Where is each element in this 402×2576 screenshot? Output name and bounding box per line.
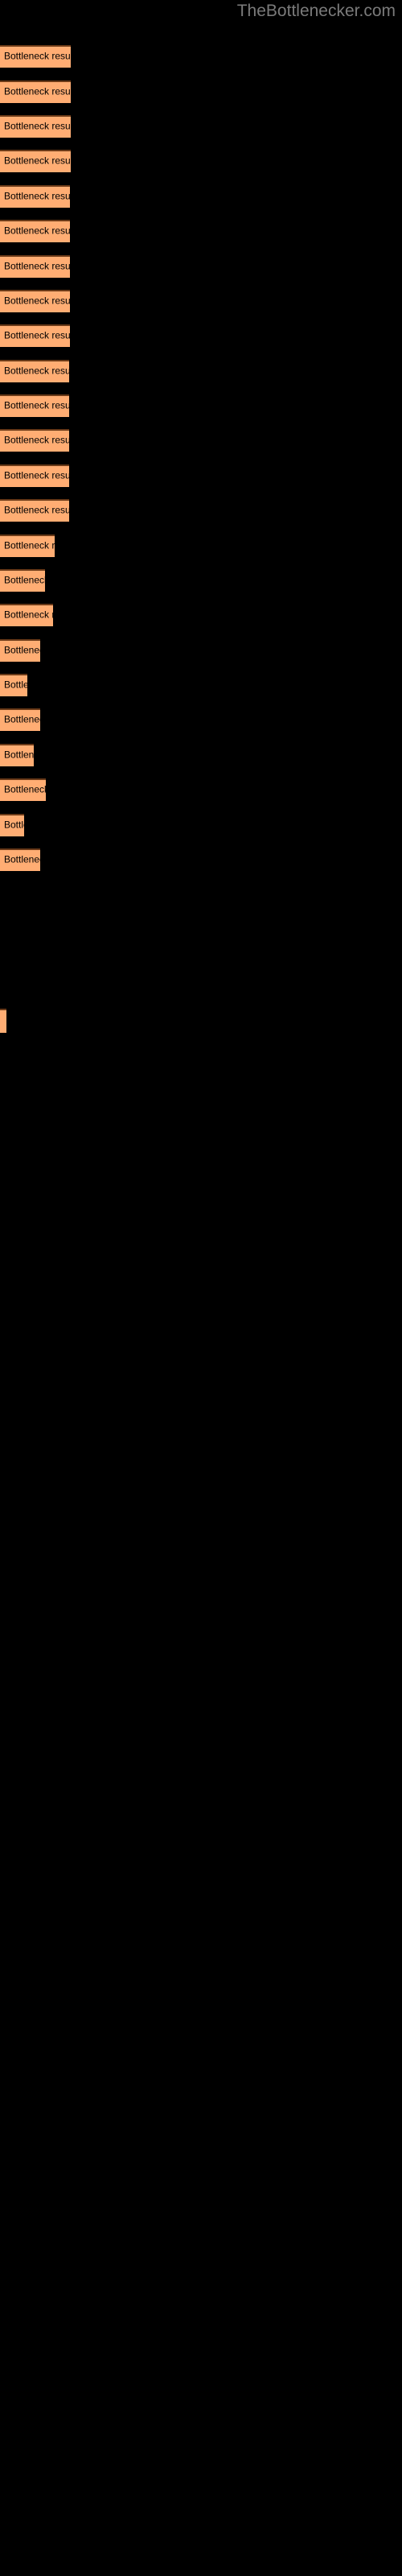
bar-clip: Bottleneck result	[0, 150, 71, 172]
bottleneck-result-bar[interactable]	[0, 80, 71, 103]
bar-row: Bottleneck result	[0, 848, 402, 871]
bar-row: Bottleneck result	[0, 394, 402, 417]
bottleneck-result-bar[interactable]	[0, 324, 70, 347]
bar-clip: Bottleneck result	[0, 255, 70, 278]
bar-row: Bottleneck result	[0, 115, 402, 138]
bottleneck-result-bar[interactable]	[0, 1009, 6, 1033]
bottleneck-result-bar[interactable]	[0, 185, 70, 208]
bottleneck-result-bar[interactable]	[0, 290, 70, 312]
bar-clip: Bottleneck result	[0, 360, 69, 382]
bar-row: Bottleneck result	[0, 45, 402, 68]
bar-clip: Bottleneck result	[0, 674, 27, 696]
bar-clip: Bottleneck result	[0, 708, 40, 731]
bottleneck-result-bar[interactable]	[0, 255, 70, 278]
bottleneck-result-bar[interactable]	[0, 604, 53, 626]
bottleneck-result-bar[interactable]	[0, 814, 24, 836]
bar-row: Bottleneck result	[0, 429, 402, 452]
bar-row: Bottleneck result	[0, 744, 402, 766]
bottleneck-result-bar[interactable]	[0, 778, 46, 801]
bottleneck-result-bar[interactable]	[0, 535, 55, 557]
bar-clip: Bottleneck result	[0, 220, 70, 242]
bar-clip: Bottleneck result	[0, 848, 40, 871]
bar-clip: Bottleneck result	[0, 115, 71, 138]
bar-clip	[0, 1009, 6, 1033]
bottleneck-result-bar[interactable]	[0, 639, 40, 662]
bar-row: Bottleneck result	[0, 535, 402, 557]
bar-clip: Bottleneck result	[0, 639, 40, 662]
bar-clip: Bottleneck result	[0, 535, 55, 557]
bar-row: Bottleneck result	[0, 569, 402, 592]
bar-row: Bottleneck result	[0, 150, 402, 172]
bottleneck-bar-chart: Bottleneck result Bottleneck result Bottle…	[0, 0, 402, 2576]
bar-row: Bottleneck result	[0, 185, 402, 208]
bar-row: Bottleneck result	[0, 255, 402, 278]
bar-row: Bottleneck result	[0, 360, 402, 382]
bar-clip: Bottleneck result	[0, 185, 70, 208]
bar-row: Bottleneck result	[0, 80, 402, 103]
bar-clip: Bottleneck result	[0, 778, 46, 801]
bar-clip: Bottleneck result	[0, 499, 69, 522]
bar-clip: Bottleneck result	[0, 324, 70, 347]
bar-row: Bottleneck result	[0, 324, 402, 347]
bar-clip: Bottleneck result	[0, 744, 34, 766]
bottleneck-result-bar[interactable]	[0, 220, 70, 242]
bar-clip: Bottleneck result	[0, 290, 70, 312]
bar-clip: Bottleneck result	[0, 814, 24, 836]
bottleneck-result-bar[interactable]	[0, 464, 69, 487]
bar-clip: Bottleneck result	[0, 464, 69, 487]
bar-clip: Bottleneck result	[0, 569, 45, 592]
bar-row: Bottleneck result	[0, 708, 402, 731]
bar-row: Bottleneck result	[0, 778, 402, 801]
bar-clip: Bottleneck result	[0, 45, 71, 68]
bottleneck-result-bar[interactable]	[0, 708, 40, 731]
bar-row: Bottleneck result	[0, 499, 402, 522]
bottleneck-result-bar[interactable]	[0, 360, 69, 382]
bar-row: Bottleneck result	[0, 674, 402, 696]
bottleneck-result-bar[interactable]	[0, 150, 71, 172]
bottleneck-result-bar[interactable]	[0, 569, 45, 592]
bar-clip: Bottleneck result	[0, 429, 69, 452]
bottleneck-result-bar[interactable]	[0, 394, 69, 417]
bar-row: Bottleneck result	[0, 220, 402, 242]
bar-row: Bottleneck result	[0, 814, 402, 836]
bar-row	[0, 1009, 402, 1033]
bottleneck-result-bar[interactable]	[0, 848, 40, 871]
bar-row: Bottleneck result	[0, 604, 402, 626]
bottleneck-result-bar[interactable]	[0, 674, 27, 696]
bar-row: Bottleneck result	[0, 290, 402, 312]
page-root: TheBottlenecker.com Bottleneck result Bot…	[0, 0, 402, 2576]
bar-clip: Bottleneck result	[0, 394, 69, 417]
bar-clip: Bottleneck result	[0, 80, 71, 103]
bottleneck-result-bar[interactable]	[0, 45, 71, 68]
bar-row: Bottleneck result	[0, 464, 402, 487]
bottleneck-result-bar[interactable]	[0, 744, 34, 766]
bar-clip: Bottleneck result	[0, 604, 53, 626]
bottleneck-result-bar[interactable]	[0, 429, 69, 452]
bottleneck-result-bar[interactable]	[0, 499, 69, 522]
bar-row: Bottleneck result	[0, 639, 402, 662]
bottleneck-result-bar[interactable]	[0, 115, 71, 138]
